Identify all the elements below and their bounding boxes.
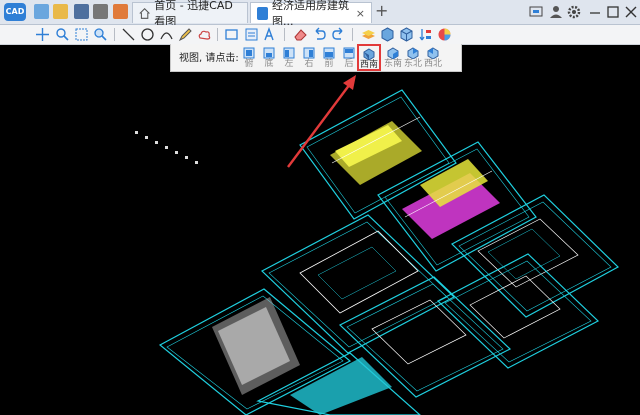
view-direction-bar: 视图, 请点击: 俯 底 左 右 前 后 西南 东南 东北 西北 <box>170 44 462 72</box>
app-logo-icon[interactable]: CAD <box>4 3 26 21</box>
tab-home[interactable]: 首页 - 迅捷CAD看图 <box>132 0 248 28</box>
tab-close-button[interactable]: × <box>356 7 365 20</box>
save-icon[interactable] <box>74 4 89 19</box>
toolbar-separator <box>352 28 353 41</box>
undo-icon[interactable] <box>312 27 327 42</box>
add-tab-button[interactable]: + <box>375 3 388 19</box>
cube-right-icon <box>303 47 315 59</box>
rectangle-icon[interactable] <box>224 27 239 42</box>
iso-northeast-icon <box>407 47 419 59</box>
pan-icon[interactable] <box>35 27 50 42</box>
maximize-icon[interactable] <box>606 3 620 21</box>
cad-drawing <box>135 75 620 415</box>
zoom-realtime-icon[interactable] <box>93 27 108 42</box>
view-northeast-button[interactable]: 东北 <box>403 45 423 69</box>
view-right-button[interactable]: 右 <box>299 45 319 69</box>
iso-northwest-icon <box>427 47 439 59</box>
toolbar-separator <box>217 28 218 41</box>
export-icon[interactable] <box>113 4 128 19</box>
view-southwest-button[interactable]: 西南 <box>357 44 381 71</box>
cube-left-icon <box>283 47 295 59</box>
view-left-button[interactable]: 左 <box>279 45 299 69</box>
text-frame-icon[interactable] <box>244 27 259 42</box>
open-folder-icon[interactable] <box>53 4 68 19</box>
close-icon[interactable] <box>624 3 638 21</box>
layer-icon[interactable] <box>361 27 376 42</box>
3d-box-icon[interactable] <box>380 27 395 42</box>
redo-icon[interactable] <box>331 27 346 42</box>
cube-back-icon <box>343 47 355 59</box>
view-top-button[interactable]: 俯 <box>239 45 259 69</box>
line-icon[interactable] <box>121 27 136 42</box>
sheet-plan-center <box>260 214 456 354</box>
toolbar-separator <box>114 28 115 41</box>
circle-icon[interactable] <box>140 27 155 42</box>
minimize-icon[interactable] <box>588 3 602 21</box>
text-icon[interactable] <box>263 27 278 42</box>
pencil-icon[interactable] <box>178 27 193 42</box>
iso-southwest-icon <box>363 48 375 60</box>
open-file-icon[interactable] <box>34 4 49 19</box>
cube-front-icon <box>323 47 335 59</box>
user-icon[interactable] <box>548 3 564 21</box>
iso-southeast-icon <box>387 47 399 59</box>
view-southeast-button[interactable]: 东南 <box>383 45 403 69</box>
print-icon[interactable] <box>93 4 108 19</box>
cube-bottom-icon <box>263 47 275 59</box>
drawing-title-marks <box>135 131 198 164</box>
view-label: 视图, 请点击: <box>179 53 239 64</box>
view-northwest-button[interactable]: 西北 <box>423 45 443 69</box>
toolbar-separator <box>284 28 285 41</box>
eraser-icon[interactable] <box>293 27 308 42</box>
cube-top-icon <box>243 47 255 59</box>
render-sphere-icon[interactable] <box>437 27 452 42</box>
cad-file-icon <box>257 6 269 20</box>
3d-box-color-icon[interactable] <box>399 27 414 42</box>
zoom-extents-icon[interactable] <box>74 27 89 42</box>
toolbar <box>0 25 640 45</box>
view-back-button[interactable]: 后 <box>339 45 359 69</box>
title-bar: CAD 首页 - 迅捷CAD看图 经济适用房建筑图... × + <box>0 0 640 28</box>
home-icon <box>139 7 150 19</box>
gear-icon[interactable] <box>566 3 582 21</box>
cloud-icon[interactable] <box>197 27 212 42</box>
zoom-window-icon[interactable] <box>55 27 70 42</box>
arc-icon[interactable] <box>159 27 174 42</box>
view-bottom-button[interactable]: 底 <box>259 45 279 69</box>
screen-mode-icon[interactable] <box>528 3 544 21</box>
sort-icon[interactable] <box>418 27 433 42</box>
drawing-canvas[interactable] <box>0 45 640 415</box>
view-front-button[interactable]: 前 <box>319 45 339 69</box>
tab-drawing[interactable]: 经济适用房建筑图... × <box>250 0 372 28</box>
